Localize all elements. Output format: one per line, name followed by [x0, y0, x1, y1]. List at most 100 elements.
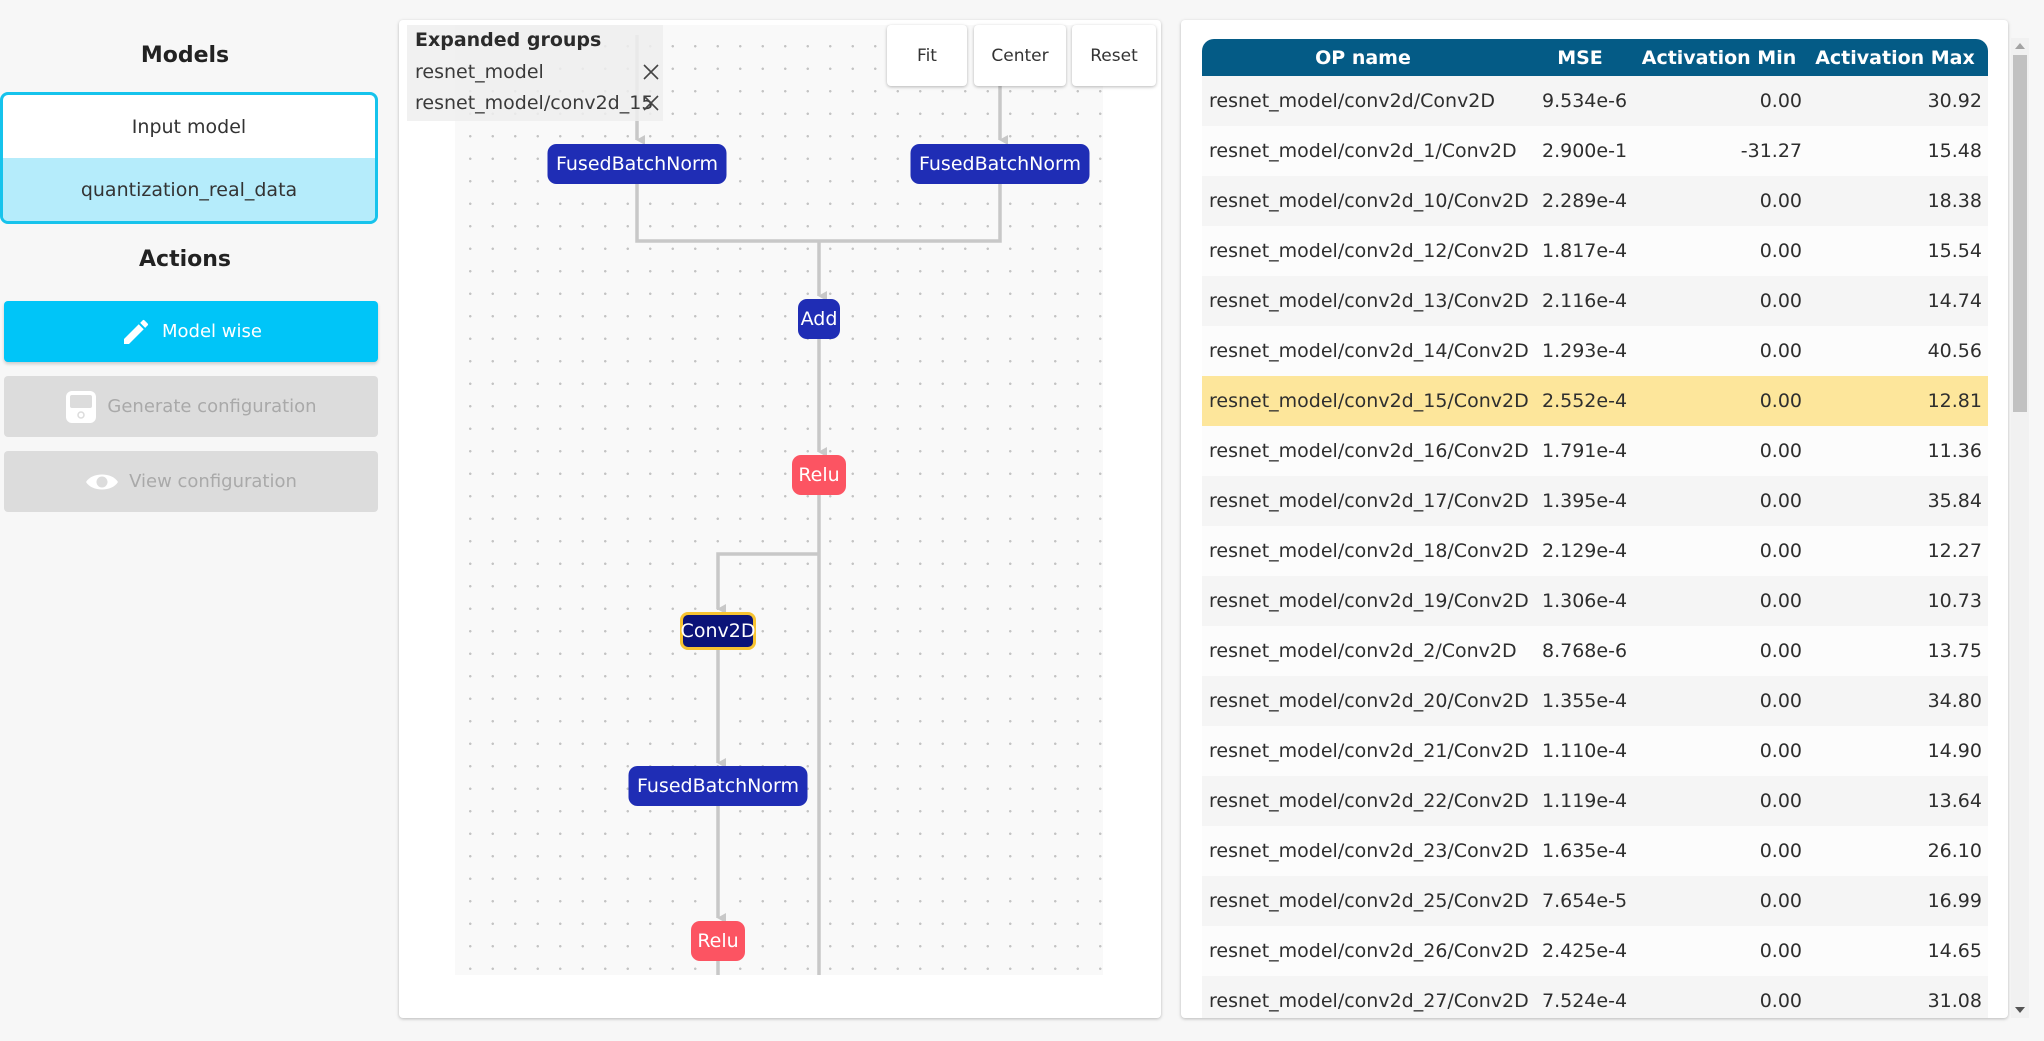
activation-max-cell: 30.92	[1802, 76, 1988, 126]
scroll-up-arrow-icon[interactable]	[2011, 38, 2029, 54]
mse-cell: 1.293e-4	[1524, 326, 1636, 376]
op-name-cell: resnet_model/conv2d_22/Conv2D	[1202, 776, 1529, 826]
mse-cell: 2.552e-4	[1524, 376, 1636, 426]
column-header-activation-min[interactable]: Activation Min	[1636, 39, 1802, 76]
table-row[interactable]: resnet_model/conv2d_17/Conv2D 1.395e-4 0.0…	[1202, 476, 1988, 526]
op-name-cell: resnet_model/conv2d_2/Conv2D	[1202, 626, 1524, 676]
activation-min-cell: -31.27	[1636, 126, 1802, 176]
mse-cell: 2.129e-4	[1524, 526, 1636, 576]
scrollbar-thumb[interactable]	[2013, 55, 2027, 412]
table-row[interactable]: resnet_model/conv2d_10/Conv2D 2.289e-4 0.0…	[1202, 176, 1988, 226]
table-row[interactable]: resnet_model/conv2d_18/Conv2D 2.129e-4 0.0…	[1202, 526, 1988, 576]
table-row[interactable]: resnet_model/conv2d_23/Conv2D 1.635e-4 0.0…	[1202, 826, 1988, 876]
table-scrollbar[interactable]	[2011, 38, 2029, 1018]
close-icon[interactable]	[641, 93, 661, 113]
activation-min-cell: 0.00	[1636, 76, 1802, 126]
activation-max-cell: 26.10	[1802, 826, 1988, 876]
table-row[interactable]: resnet_model/conv2d_20/Conv2D 1.355e-4 0.0…	[1202, 676, 1988, 726]
op-name-cell: resnet_model/conv2d_10/Conv2D	[1202, 176, 1529, 226]
center-button[interactable]: Center	[974, 25, 1066, 86]
column-header-mse[interactable]: MSE	[1524, 39, 1636, 76]
op-name-cell: resnet_model/conv2d_20/Conv2D	[1202, 676, 1529, 726]
activation-max-cell: 13.64	[1802, 776, 1988, 826]
reset-button[interactable]: Reset	[1072, 25, 1156, 86]
model-wise-label: Model wise	[162, 321, 262, 342]
activation-max-cell: 16.99	[1802, 876, 1988, 926]
model-item-input-model[interactable]: Input model	[3, 95, 375, 158]
fit-button[interactable]: Fit	[887, 25, 967, 86]
activation-min-cell: 0.00	[1636, 626, 1802, 676]
results-table-wrapper: OP name MSE Activation Min Activation Ma…	[1202, 39, 1988, 1018]
view-configuration-button[interactable]: View configuration	[4, 451, 378, 512]
column-header-op-name[interactable]: OP name	[1202, 39, 1524, 76]
op-name-cell: resnet_model/conv2d/Conv2D	[1202, 76, 1524, 126]
graph-node-fusedbatchnorm-bottom[interactable]: FusedBatchNorm	[628, 766, 808, 806]
activation-max-cell: 12.27	[1802, 526, 1988, 576]
op-name-cell: resnet_model/conv2d_16/Conv2D	[1202, 426, 1529, 476]
expanded-groups-title: Expanded groups	[415, 29, 602, 51]
table-row[interactable]: resnet_model/conv2d_21/Conv2D 1.110e-4 0.0…	[1202, 726, 1988, 776]
op-name-cell: resnet_model/conv2d_19/Conv2D	[1202, 576, 1529, 626]
activation-max-cell: 31.08	[1802, 976, 1988, 1018]
mse-cell: 2.425e-4	[1524, 926, 1636, 976]
edge-relu-to-conv2d	[716, 552, 819, 614]
activation-min-cell: 0.00	[1636, 776, 1802, 826]
mse-cell: 1.635e-4	[1524, 826, 1636, 876]
mse-cell: 1.355e-4	[1524, 676, 1636, 726]
table-row[interactable]: resnet_model/conv2d_22/Conv2D 1.119e-4 0.0…	[1202, 776, 1988, 826]
op-name-cell: resnet_model/conv2d_17/Conv2D	[1202, 476, 1529, 526]
op-name-cell: resnet_model/conv2d_18/Conv2D	[1202, 526, 1529, 576]
table-row[interactable]: resnet_model/conv2d_16/Conv2D 1.791e-4 0.0…	[1202, 426, 1988, 476]
table-row[interactable]: resnet_model/conv2d_1/Conv2D 2.900e-1 -31.…	[1202, 126, 1988, 176]
activation-min-cell: 0.00	[1636, 876, 1802, 926]
table-row[interactable]: resnet_model/conv2d_26/Conv2D 2.425e-4 0.0…	[1202, 926, 1988, 976]
op-name-cell: resnet_model/conv2d_15/Conv2D	[1202, 376, 1529, 426]
expanded-group-item: resnet_model	[415, 61, 661, 83]
table-row[interactable]: resnet_model/conv2d_19/Conv2D 1.306e-4 0.0…	[1202, 576, 1988, 626]
results-table: OP name MSE Activation Min Activation Ma…	[1202, 39, 1988, 1018]
activation-max-cell: 14.90	[1802, 726, 1988, 776]
activation-min-cell: 0.00	[1636, 376, 1802, 426]
column-header-activation-max[interactable]: Activation Max	[1802, 39, 1988, 76]
graph-node-add[interactable]: Add	[798, 299, 840, 339]
op-name-cell: resnet_model/conv2d_12/Conv2D	[1202, 226, 1529, 276]
activation-max-cell: 34.80	[1802, 676, 1988, 726]
activation-min-cell: 0.00	[1636, 426, 1802, 476]
generate-configuration-button[interactable]: Generate configuration	[4, 376, 378, 437]
scroll-down-arrow-icon[interactable]	[2011, 1002, 2029, 1018]
table-row[interactable]: resnet_model/conv2d/Conv2D 9.534e-6 0.00 30…	[1202, 76, 1988, 126]
generate-configuration-label: Generate configuration	[107, 396, 317, 417]
mse-cell: 2.116e-4	[1524, 276, 1636, 326]
table-row[interactable]: resnet_model/conv2d_27/Conv2D 7.524e-4 0.0…	[1202, 976, 1988, 1018]
model-item-quantization-real-data[interactable]: quantization_real_data	[3, 158, 375, 221]
table-row[interactable]: resnet_model/conv2d_15/Conv2D 2.552e-4 0.0…	[1202, 376, 1988, 426]
graph-node-relu-2[interactable]: Relu	[691, 921, 745, 961]
table-row[interactable]: resnet_model/conv2d_14/Conv2D 1.293e-4 0.0…	[1202, 326, 1988, 376]
mse-cell: 7.524e-4	[1524, 976, 1636, 1018]
table-row[interactable]: resnet_model/conv2d_25/Conv2D 7.654e-5 0.0…	[1202, 876, 1988, 926]
graph-node-fusedbatchnorm-left[interactable]: FusedBatchNorm	[547, 144, 727, 184]
graph-node-relu-1[interactable]: Relu	[792, 455, 846, 495]
sidebar: Models Input model quantization_real_dat…	[0, 0, 380, 1041]
edge-fbn-join	[635, 184, 1002, 243]
activation-min-cell: 0.00	[1636, 726, 1802, 776]
models-title: Models	[140, 43, 230, 68]
activation-min-cell: 0.00	[1636, 326, 1802, 376]
graph-node-fusedbatchnorm-right[interactable]: FusedBatchNorm	[910, 144, 1090, 184]
close-icon[interactable]	[641, 62, 661, 82]
table-row[interactable]: resnet_model/conv2d_12/Conv2D 1.817e-4 0.0…	[1202, 226, 1988, 276]
table-row[interactable]: resnet_model/conv2d_2/Conv2D 8.768e-6 0.00…	[1202, 626, 1988, 676]
table-row[interactable]: resnet_model/conv2d_13/Conv2D 2.116e-4 0.0…	[1202, 276, 1988, 326]
expanded-group-label: resnet_model	[415, 61, 544, 83]
activation-min-cell: 0.00	[1636, 976, 1802, 1018]
activation-max-cell: 40.56	[1802, 326, 1988, 376]
op-name-cell: resnet_model/conv2d_25/Conv2D	[1202, 876, 1529, 926]
view-configuration-label: View configuration	[129, 471, 297, 492]
graph-panel: FusedBatchNorm FusedBatchNorm Add Relu C…	[399, 20, 1161, 1018]
actions-title: Actions	[139, 247, 231, 272]
model-wise-button[interactable]: Model wise	[4, 301, 378, 362]
mse-cell: 1.119e-4	[1524, 776, 1636, 826]
op-name-cell: resnet_model/conv2d_23/Conv2D	[1202, 826, 1529, 876]
graph-node-conv2d-selected[interactable]: Conv2D	[680, 612, 756, 650]
mse-cell: 1.817e-4	[1524, 226, 1636, 276]
